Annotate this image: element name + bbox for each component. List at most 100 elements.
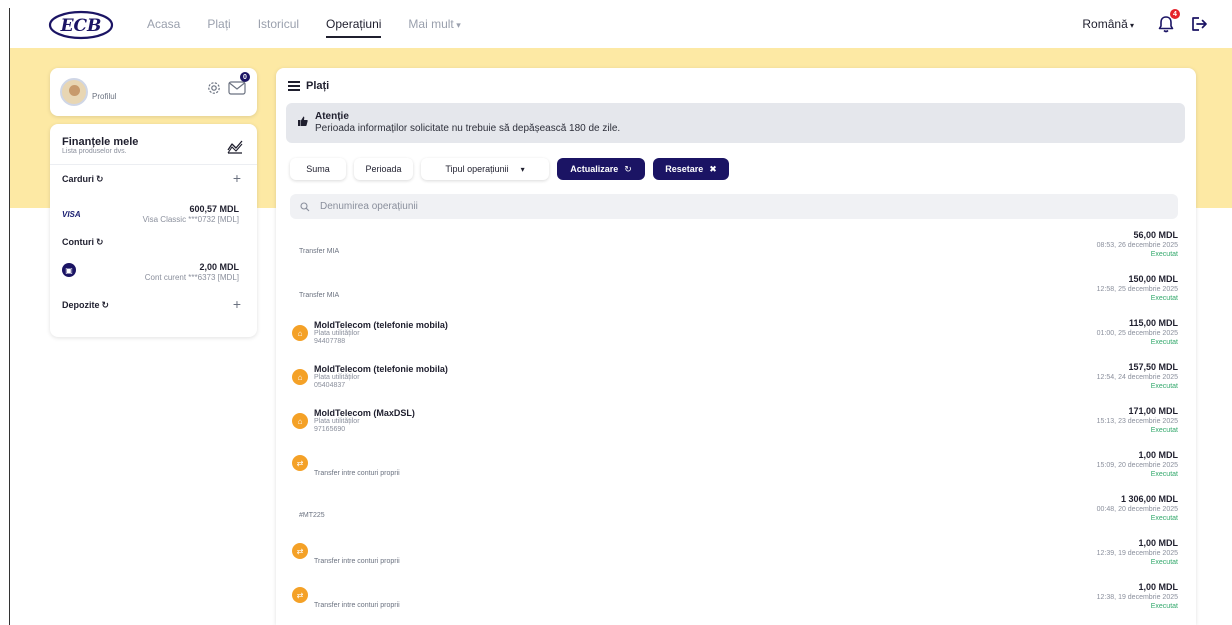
top-navigation-bar: ECB Acasa Plați Istoricul Operațiuni Mai… <box>10 0 1232 48</box>
transaction-status: Executat <box>1150 295 1178 302</box>
update-button[interactable]: Actualizare ↻ <box>557 158 645 180</box>
transaction-amount: 1,00 MDL <box>1138 450 1178 460</box>
add-card-button[interactable]: + <box>233 170 241 186</box>
transaction-row[interactable]: ⇄ Transfer intre conturi proprii 1,00 MDL 1… <box>276 536 1196 580</box>
cards-section-label[interactable]: Carduri ↻ <box>62 174 104 185</box>
payments-panel: Plați Atenție Perioada informaților soli… <box>276 68 1196 625</box>
transfer-icon: ⇄ <box>292 455 308 471</box>
transaction-date: 12:54, 24 decembrie 2025 <box>1096 374 1178 381</box>
header-actions: Română 4 <box>1082 0 1208 48</box>
transaction-amount: 56,00 MDL <box>1133 230 1178 240</box>
search-bar <box>290 194 1178 219</box>
filter-period-button[interactable]: Perioada <box>354 158 413 180</box>
refresh-icon: ↻ <box>624 163 632 174</box>
transaction-date: 15:13, 23 decembrie 2025 <box>1096 418 1178 425</box>
update-button-label: Actualizare <box>570 164 619 174</box>
accounts-section-label[interactable]: Conturi ↻ <box>62 237 104 248</box>
notification-count-badge: 4 <box>1170 9 1180 19</box>
card-balance[interactable]: 600,57 MDL <box>189 204 239 214</box>
transaction-row[interactable]: ⌂ MoldTelecom (telefonie mobila) Plata uti… <box>276 360 1196 404</box>
nav-acasa[interactable]: Acasa <box>147 11 180 37</box>
card-description: Visa Classic ***0732 [MDL] <box>142 215 239 224</box>
transaction-status: Executat <box>1150 603 1178 610</box>
refresh-icon[interactable]: ↻ <box>96 174 104 184</box>
transaction-title: Transfer MIA <box>299 248 340 255</box>
main-nav: Acasa Plați Istoricul Operațiuni Mai mul… <box>147 0 488 48</box>
search-icon <box>300 201 310 211</box>
alert-title: Atenție <box>315 111 349 122</box>
add-deposit-button[interactable]: + <box>233 296 241 312</box>
page-title-text: Plați <box>306 80 330 92</box>
transaction-date: 15:09, 20 decembrie 2025 <box>1096 462 1178 469</box>
transaction-title: Transfer MIA <box>299 292 340 299</box>
transaction-amount: 157,50 MDL <box>1128 362 1178 372</box>
operation-type-dropdown[interactable]: Tipul operațiunii <box>421 158 549 180</box>
transaction-code: 05404837 <box>314 382 346 389</box>
transaction-title: MoldTelecom (MaxDSL) <box>314 408 415 418</box>
transactions-list: Transfer MIA 56,00 MDL 08:53, 26 decembrie… <box>276 228 1196 624</box>
transaction-amount: 115,00 MDL <box>1128 318 1178 328</box>
transaction-category: Plata utilităților <box>314 374 360 381</box>
nav-plati[interactable]: Plați <box>207 11 230 37</box>
home-icon: ⌂ <box>292 369 308 385</box>
transaction-title: MoldTelecom (telefonie mobila) <box>314 320 448 330</box>
deposits-section-label[interactable]: Depozite ↻ <box>62 300 109 311</box>
transaction-title: Transfer intre conturi proprii <box>314 558 400 565</box>
transaction-row[interactable]: Transfer MIA 56,00 MDL 08:53, 26 decembrie… <box>276 228 1196 272</box>
chart-trend-icon[interactable] <box>226 138 244 156</box>
transaction-date: 12:38, 19 decembrie 2025 <box>1096 594 1178 601</box>
messages-count-badge: 0 <box>240 72 250 82</box>
home-icon: ⌂ <box>292 413 308 429</box>
transaction-amount: 1,00 MDL <box>1138 582 1178 592</box>
account-description: Cont curent ***6373 [MDL] <box>144 273 239 282</box>
list-icon <box>288 81 300 91</box>
account-balance[interactable]: 2,00 MDL <box>199 262 239 272</box>
transaction-date: 00:48, 20 decembrie 2025 <box>1096 506 1178 513</box>
transaction-category: Plata utilităților <box>314 418 360 425</box>
mail-icon[interactable] <box>228 81 246 95</box>
thumbs-up-icon <box>298 116 308 126</box>
transaction-status: Executat <box>1150 471 1178 478</box>
profile-link[interactable]: Profilul <box>92 92 116 101</box>
transaction-title: #MT225 <box>299 512 325 519</box>
transaction-row[interactable]: #MT225 1 306,00 MDL 00:48, 20 decembrie 20… <box>276 492 1196 536</box>
transaction-row[interactable]: ⌂ MoldTelecom (telefonie mobila) Plata uti… <box>276 316 1196 360</box>
transaction-status: Executat <box>1150 515 1178 522</box>
finances-card: Finanțele mele Lista produselor dvs. Car… <box>50 124 257 337</box>
avatar[interactable] <box>60 78 88 106</box>
visa-logo: VISA <box>62 210 81 219</box>
transaction-row[interactable]: ⇄ Transfer intre conturi proprii 1,00 MDL 1… <box>276 580 1196 624</box>
reset-button[interactable]: Resetare ✖ <box>653 158 729 180</box>
account-icon: ▣ <box>62 263 76 277</box>
accounts-label: Conturi <box>62 237 94 247</box>
notifications-button[interactable]: 4 <box>1156 9 1180 34</box>
divider <box>50 164 257 165</box>
bank-logo[interactable]: ECB <box>48 10 114 40</box>
transaction-amount: 1 306,00 MDL <box>1120 494 1178 504</box>
transaction-code: 94407788 <box>314 338 346 345</box>
cards-label: Carduri <box>62 174 95 184</box>
transaction-row[interactable]: ⇄ Transfer intre conturi proprii 1,00 MDL 1… <box>276 448 1196 492</box>
transaction-date: 12:58, 25 decembrie 2025 <box>1096 286 1178 293</box>
refresh-icon[interactable]: ↻ <box>96 237 104 247</box>
refresh-icon[interactable]: ↻ <box>102 300 110 310</box>
transaction-category: Plata utilităților <box>314 330 360 337</box>
nav-operatiuni[interactable]: Operațiuni <box>326 11 382 38</box>
search-input[interactable] <box>320 201 1160 212</box>
transaction-date: 08:53, 26 decembrie 2025 <box>1096 242 1178 249</box>
transaction-row[interactable]: Transfer MIA 150,00 MDL 12:58, 25 decembri… <box>276 272 1196 316</box>
profile-card: Profilul 0 <box>50 68 257 116</box>
language-selector[interactable]: Română <box>1082 17 1134 31</box>
gear-icon[interactable] <box>206 80 222 96</box>
logout-icon[interactable] <box>1190 15 1208 33</box>
transaction-status: Executat <box>1150 339 1178 346</box>
finances-title: Finanțele mele <box>62 136 139 148</box>
svg-text:ECB: ECB <box>60 16 102 36</box>
transaction-row[interactable]: ⌂ MoldTelecom (MaxDSL) Plata utilităților 9… <box>276 404 1196 448</box>
nav-mai-mult[interactable]: Mai mult <box>408 11 460 37</box>
close-icon: ✖ <box>709 163 717 174</box>
nav-istoricul[interactable]: Istoricul <box>258 11 299 37</box>
transfer-icon: ⇄ <box>292 587 308 603</box>
filter-amount-button[interactable]: Suma <box>290 158 346 180</box>
transaction-amount: 171,00 MDL <box>1128 406 1178 416</box>
